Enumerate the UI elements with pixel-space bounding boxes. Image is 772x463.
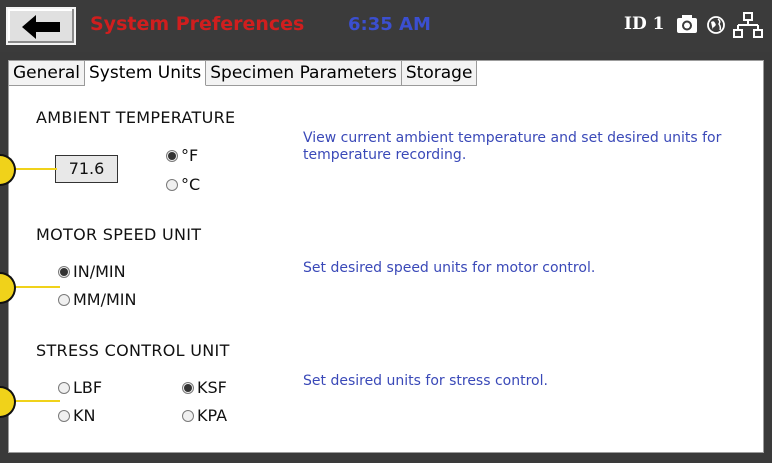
- title-bar: System Preferences 6:35 AM ID 1: [0, 0, 772, 52]
- radio-dot-kpa: [182, 409, 194, 422]
- tab-specimen-parameters[interactable]: Specimen Parameters: [206, 60, 402, 86]
- radio-fahrenheit[interactable]: °F: [166, 146, 198, 165]
- device-id-label: ID 1: [624, 14, 665, 34]
- network-icon[interactable]: [733, 12, 763, 38]
- motor-speed-title: MOTOR SPEED UNIT: [36, 225, 202, 244]
- radio-label-ksf: KSF: [197, 378, 227, 397]
- radio-dot-in-min: [58, 265, 70, 278]
- radio-dot-fahrenheit: [166, 149, 178, 162]
- radio-in-min[interactable]: IN/MIN: [58, 262, 126, 281]
- back-arrow-icon: [22, 15, 60, 39]
- radio-mm-min[interactable]: MM/MIN: [58, 290, 137, 309]
- radio-kn[interactable]: KN: [58, 406, 95, 425]
- radio-dot-lbf: [58, 381, 70, 394]
- radio-label-celsius: °C: [181, 175, 201, 194]
- back-button[interactable]: [6, 7, 76, 45]
- ambient-temperature-value: 71.6: [55, 155, 118, 183]
- motor-speed-description: Set desired speed units for motor contro…: [303, 260, 596, 276]
- radio-dot-ksf: [182, 381, 194, 394]
- ambient-temperature-description: View current ambient temperature and set…: [303, 130, 722, 163]
- radio-dot-celsius: [166, 178, 178, 191]
- globe-icon[interactable]: [706, 15, 726, 35]
- radio-dot-mm-min: [58, 293, 70, 306]
- radio-label-in-min: IN/MIN: [73, 262, 126, 281]
- radio-label-mm-min: MM/MIN: [73, 290, 137, 309]
- radio-label-kpa: KPA: [197, 406, 228, 425]
- tab-bar: General System Units Specimen Parameters…: [8, 60, 478, 86]
- radio-dot-kn: [58, 409, 70, 422]
- page-title: System Preferences: [90, 13, 305, 35]
- radio-label-lbf: LBF: [73, 378, 103, 397]
- stress-control-title: STRESS CONTROL UNIT: [36, 341, 230, 360]
- radio-lbf[interactable]: LBF: [58, 378, 102, 397]
- tab-storage[interactable]: Storage: [401, 60, 478, 86]
- stress-control-description: Set desired units for stress control.: [303, 373, 548, 389]
- radio-kpa[interactable]: KPA: [182, 406, 227, 425]
- radio-label-kn: KN: [73, 406, 96, 425]
- tab-system-units[interactable]: System Units: [85, 60, 207, 86]
- clock-display: 6:35 AM: [348, 14, 431, 35]
- camera-icon[interactable]: [676, 13, 698, 35]
- radio-label-fahrenheit: °F: [181, 146, 199, 165]
- ambient-temperature-title: AMBIENT TEMPERATURE: [36, 108, 236, 127]
- tab-general[interactable]: General: [8, 60, 85, 86]
- radio-celsius[interactable]: °C: [166, 175, 200, 194]
- radio-ksf[interactable]: KSF: [182, 378, 227, 397]
